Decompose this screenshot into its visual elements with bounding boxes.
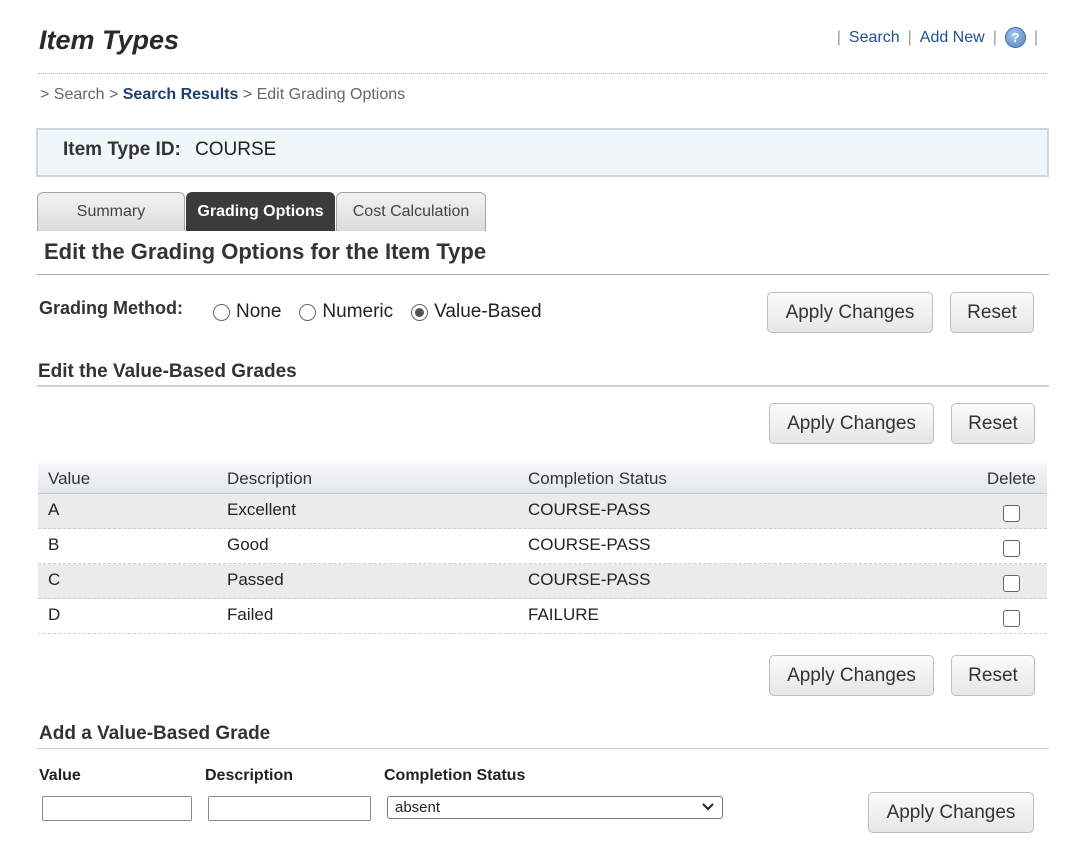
radio-none[interactable]: None bbox=[213, 301, 281, 323]
reset-button[interactable]: Reset bbox=[951, 655, 1035, 696]
table-row: D Failed FAILURE bbox=[38, 599, 1047, 634]
add-new-link[interactable]: Add New bbox=[920, 29, 985, 47]
reset-button[interactable]: Reset bbox=[951, 403, 1035, 444]
section-divider bbox=[37, 274, 1049, 275]
radio-numeric-label: Numeric bbox=[322, 301, 394, 322]
description-input[interactable] bbox=[208, 796, 371, 821]
section-title: Edit the Grading Options for the Item Ty… bbox=[44, 239, 487, 264]
grade-value: B bbox=[48, 535, 60, 554]
reset-button[interactable]: Reset bbox=[950, 292, 1034, 333]
breadcrumb-search[interactable]: Search bbox=[54, 86, 105, 103]
table-header: Value Description Completion Status Dele… bbox=[38, 463, 1047, 494]
search-link[interactable]: Search bbox=[849, 29, 900, 47]
grade-status: COURSE-PASS bbox=[528, 500, 651, 519]
link-separator: | bbox=[992, 28, 997, 46]
link-separator: | bbox=[1033, 28, 1038, 46]
breadcrumb-current: Edit Grading Options bbox=[256, 86, 406, 103]
link-separator: | bbox=[836, 28, 841, 46]
header-divider bbox=[38, 73, 1048, 74]
breadcrumb-separator: > bbox=[40, 86, 50, 103]
page-title: Item Types bbox=[39, 25, 180, 55]
value-grades-divider bbox=[37, 385, 1049, 387]
help-icon[interactable]: ? bbox=[1004, 27, 1026, 48]
radio-none-label: None bbox=[236, 301, 282, 322]
delete-checkbox[interactable] bbox=[1003, 610, 1020, 627]
add-grade-divider bbox=[37, 748, 1049, 749]
column-header-completion-status: Completion Status bbox=[528, 469, 667, 488]
grade-description: Failed bbox=[227, 605, 274, 624]
delete-checkbox[interactable] bbox=[1003, 540, 1020, 557]
delete-checkbox[interactable] bbox=[1003, 505, 1020, 522]
top-links: | Search | Add New | ? | bbox=[829, 27, 1046, 48]
grade-status: FAILURE bbox=[528, 605, 599, 624]
grade-status: COURSE-PASS bbox=[528, 535, 651, 554]
grade-description: Passed bbox=[227, 570, 284, 589]
delete-checkbox[interactable] bbox=[1003, 575, 1020, 592]
item-id-box: Item Type ID: COURSE bbox=[36, 128, 1049, 177]
radio-numeric-button[interactable] bbox=[299, 303, 317, 321]
column-header-delete: Delete bbox=[986, 469, 1036, 488]
tab-cost-calculation[interactable]: Cost Calculation bbox=[336, 192, 486, 231]
value-input[interactable] bbox=[42, 796, 192, 821]
grade-value: C bbox=[48, 570, 61, 589]
grade-status: COURSE-PASS bbox=[528, 570, 651, 589]
grade-description: Excellent bbox=[227, 500, 296, 519]
table-row: B Good COURSE-PASS bbox=[38, 529, 1047, 564]
breadcrumb: > Search > Search Results > Edit Grading… bbox=[40, 86, 405, 104]
grade-value: A bbox=[48, 500, 60, 519]
item-id-label: Item Type ID: bbox=[63, 139, 181, 160]
breadcrumb-separator: > bbox=[242, 86, 253, 103]
tab-grading-options[interactable]: Grading Options bbox=[186, 192, 335, 231]
add-apply-changes-button[interactable]: Apply Changes bbox=[868, 792, 1034, 833]
completion-status-selected: absent bbox=[395, 799, 441, 816]
grade-value: D bbox=[48, 605, 61, 624]
value-grades-title: Edit the Value-Based Grades bbox=[38, 361, 297, 382]
grade-description: Good bbox=[227, 535, 269, 554]
column-header-value: Value bbox=[48, 469, 91, 488]
breadcrumb-search-results[interactable]: Search Results bbox=[123, 86, 239, 103]
item-id-value: COURSE bbox=[195, 139, 277, 160]
apply-changes-button[interactable]: Apply Changes bbox=[767, 292, 933, 333]
grading-method-radios: None Numeric Value-Based bbox=[213, 301, 560, 323]
radio-value-based-button[interactable] bbox=[411, 303, 429, 321]
radio-value-based[interactable]: Value-Based bbox=[411, 301, 542, 323]
radio-value-based-label: Value-Based bbox=[434, 301, 542, 322]
grading-method-label: Grading Method: bbox=[39, 298, 183, 318]
tab-summary[interactable]: Summary bbox=[37, 192, 185, 231]
description-label: Description bbox=[205, 767, 294, 784]
add-grade-title: Add a Value-Based Grade bbox=[39, 723, 271, 744]
chevron-down-icon bbox=[702, 803, 714, 811]
link-separator: | bbox=[907, 28, 912, 46]
completion-status-label: Completion Status bbox=[384, 767, 526, 784]
apply-changes-button[interactable]: Apply Changes bbox=[769, 655, 934, 696]
breadcrumb-separator: > bbox=[108, 86, 119, 103]
value-label: Value bbox=[39, 767, 81, 784]
apply-changes-button[interactable]: Apply Changes bbox=[769, 403, 934, 444]
grades-table: Value Description Completion Status Dele… bbox=[38, 463, 1047, 634]
table-row: C Passed COURSE-PASS bbox=[38, 564, 1047, 599]
column-header-description: Description bbox=[227, 469, 313, 488]
completion-status-select[interactable]: absent bbox=[387, 796, 723, 819]
table-row: A Excellent COURSE-PASS bbox=[38, 494, 1047, 529]
radio-numeric[interactable]: Numeric bbox=[299, 301, 393, 323]
radio-none-button[interactable] bbox=[213, 303, 230, 321]
